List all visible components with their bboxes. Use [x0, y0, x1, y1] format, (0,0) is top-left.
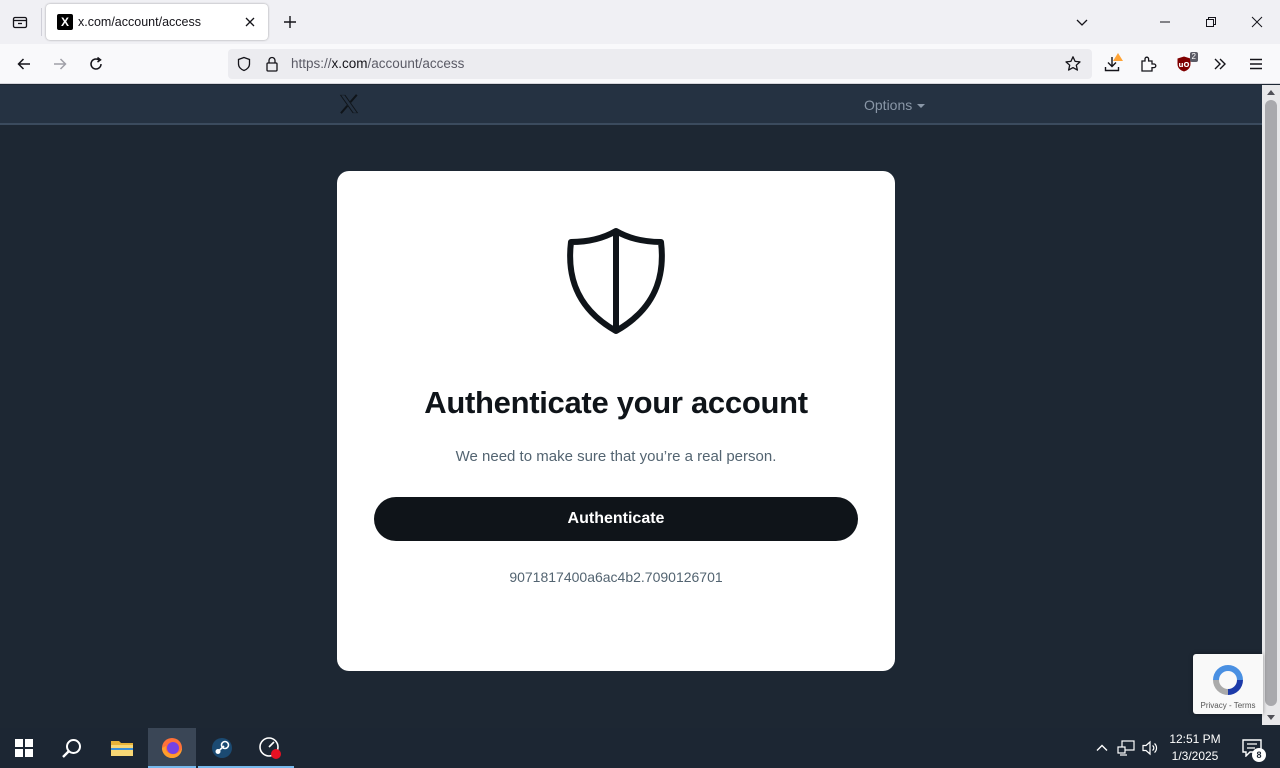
app-menu-button[interactable] [1242, 50, 1270, 78]
minimize-icon [1160, 21, 1170, 23]
shield-icon [237, 56, 251, 72]
steam-icon [212, 738, 232, 758]
notification-count-badge: 8 [1252, 748, 1266, 762]
url-host: x.com [331, 56, 368, 71]
action-center-button[interactable]: 8 [1232, 728, 1272, 768]
windows-taskbar: 12:51 PM 1/3/2025 8 [0, 728, 1280, 768]
page-content: Options Authenticate your account We nee… [0, 85, 1262, 710]
start-button[interactable] [0, 728, 48, 768]
navigation-toolbar: https://x.com/account/access uO 2 [0, 44, 1280, 84]
tracking-protection-button[interactable] [235, 55, 253, 73]
card-subtitle: We need to make sure that you’re a real … [455, 448, 777, 465]
back-button[interactable] [10, 50, 38, 78]
tab-list-button[interactable] [8, 10, 32, 34]
reload-icon [90, 56, 102, 70]
restore-button[interactable] [1197, 8, 1225, 36]
hamburger-menu-icon [1250, 58, 1262, 70]
scroll-down-arrow-icon[interactable] [1267, 715, 1275, 720]
show-hidden-icons-button[interactable] [1092, 738, 1112, 758]
session-id: 9071817400a6ac4b2.7090126701 [509, 569, 723, 585]
more-tools-button[interactable] [1206, 50, 1234, 78]
other-app-taskbar-button[interactable] [246, 728, 294, 768]
close-icon [245, 17, 255, 27]
authenticate-button[interactable]: Authenticate [374, 497, 858, 541]
new-tab-button[interactable] [278, 10, 302, 34]
overflow-icon [1214, 58, 1226, 70]
chevron-down-icon [1076, 19, 1088, 26]
url-text: https://x.com/account/access [291, 56, 464, 71]
site-header: Options [0, 85, 1262, 125]
scroll-thumb[interactable] [1265, 100, 1277, 706]
options-menu[interactable]: Options [864, 97, 926, 113]
star-icon [1065, 56, 1081, 71]
recaptcha-links[interactable]: Privacy - Terms [1193, 701, 1263, 710]
file-explorer-button[interactable] [98, 728, 146, 768]
recaptcha-logo-icon [1213, 665, 1243, 695]
shield-icon [567, 228, 665, 334]
extensions-icon [1141, 56, 1157, 72]
chevron-up-icon [1096, 744, 1108, 751]
tab-separator [41, 8, 42, 36]
search-button[interactable] [48, 728, 96, 768]
tab-list-icon [12, 16, 28, 29]
bookmark-star-button[interactable] [1064, 55, 1082, 73]
close-window-icon [1251, 16, 1263, 28]
windows-logo-icon [15, 739, 33, 757]
back-arrow-icon [17, 58, 30, 70]
app-gauge-icon [259, 737, 281, 759]
page-scrollbar[interactable] [1262, 85, 1280, 725]
tab-close-button[interactable] [240, 12, 260, 32]
search-icon [62, 739, 81, 758]
authenticate-card: Authenticate your account We need to mak… [337, 171, 895, 671]
ublock-extension-button[interactable]: uO 2 [1170, 50, 1198, 78]
clock-date: 1/3/2025 [1171, 749, 1219, 763]
card-title: Authenticate your account [424, 385, 808, 420]
extensions-button[interactable] [1134, 50, 1162, 78]
minimize-button[interactable] [1151, 8, 1179, 36]
tab-bar: X x.com/account/access [0, 0, 1280, 44]
svg-text:uO: uO [1179, 61, 1190, 69]
tab-title: x.com/account/access [78, 15, 201, 29]
list-all-tabs-button[interactable] [1068, 8, 1096, 36]
tab-x-account-access[interactable]: X x.com/account/access [46, 4, 268, 40]
plus-icon [284, 16, 296, 28]
firefox-icon [162, 738, 182, 758]
steam-taskbar-button[interactable] [198, 728, 246, 768]
address-bar[interactable]: https://x.com/account/access [228, 49, 1092, 79]
caret-down-icon [917, 104, 926, 108]
taskbar-clock[interactable]: 12:51 PM 1/3/2025 [1162, 731, 1228, 765]
close-window-button[interactable] [1243, 8, 1271, 36]
clock-time: 12:51 PM [1169, 732, 1221, 746]
site-info-button[interactable] [263, 55, 281, 73]
forward-arrow-icon [54, 58, 67, 70]
firefox-taskbar-button[interactable] [148, 728, 196, 768]
extension-badge: 2 [1189, 52, 1198, 62]
network-button[interactable] [1116, 738, 1136, 758]
folder-icon [111, 741, 133, 756]
downloads-button[interactable] [1098, 50, 1126, 78]
scroll-up-arrow-icon[interactable] [1267, 90, 1275, 95]
volume-icon [1142, 740, 1158, 756]
url-prefix: https:// [291, 56, 332, 71]
recaptcha-badge[interactable]: Privacy - Terms [1193, 654, 1263, 714]
lock-icon [266, 56, 278, 72]
options-label: Options [864, 97, 913, 113]
url-path: /account/access [367, 56, 465, 71]
reload-button[interactable] [82, 50, 110, 78]
network-icon [1117, 740, 1135, 756]
x-logo-icon[interactable] [338, 93, 360, 115]
x-favicon-icon: X [57, 14, 73, 30]
forward-button[interactable] [46, 50, 74, 78]
download-warning-icon [1113, 53, 1123, 61]
restore-icon [1206, 17, 1216, 27]
volume-button[interactable] [1140, 738, 1160, 758]
